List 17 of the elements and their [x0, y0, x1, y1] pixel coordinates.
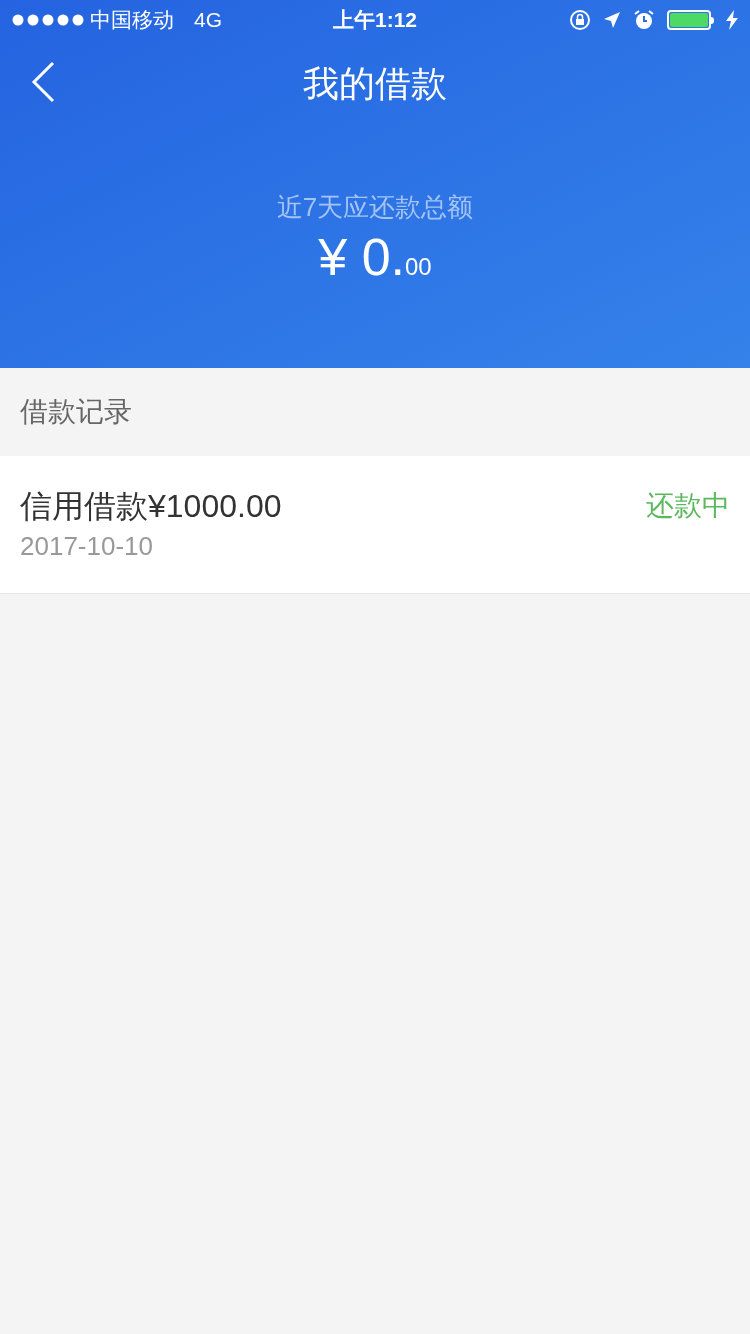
- carrier-name: 中国移动: [90, 7, 174, 34]
- loan-date: 2017-10-10: [20, 530, 154, 563]
- status-time: 上午1:12: [333, 7, 417, 34]
- page-title: 我的借款: [303, 62, 447, 106]
- loan-status: 还款中: [646, 489, 730, 523]
- loan-item[interactable]: 信用借款¥1000.00 2017-10-10 还款中: [0, 456, 750, 594]
- network-type: 4G: [194, 7, 222, 34]
- signal-icon: [12, 14, 84, 26]
- rotation-lock-icon: [569, 9, 591, 31]
- loan-title: 信用借款¥1000.00: [20, 487, 282, 526]
- section-title: 借款记录: [20, 395, 132, 429]
- battery-icon: [667, 10, 714, 30]
- alarm-icon: [633, 9, 655, 31]
- amount-cents: 00: [405, 255, 432, 279]
- amount-value: ¥ 0.: [318, 231, 405, 283]
- location-icon: [603, 11, 621, 29]
- summary-label: 近7天应还款总额: [276, 191, 474, 224]
